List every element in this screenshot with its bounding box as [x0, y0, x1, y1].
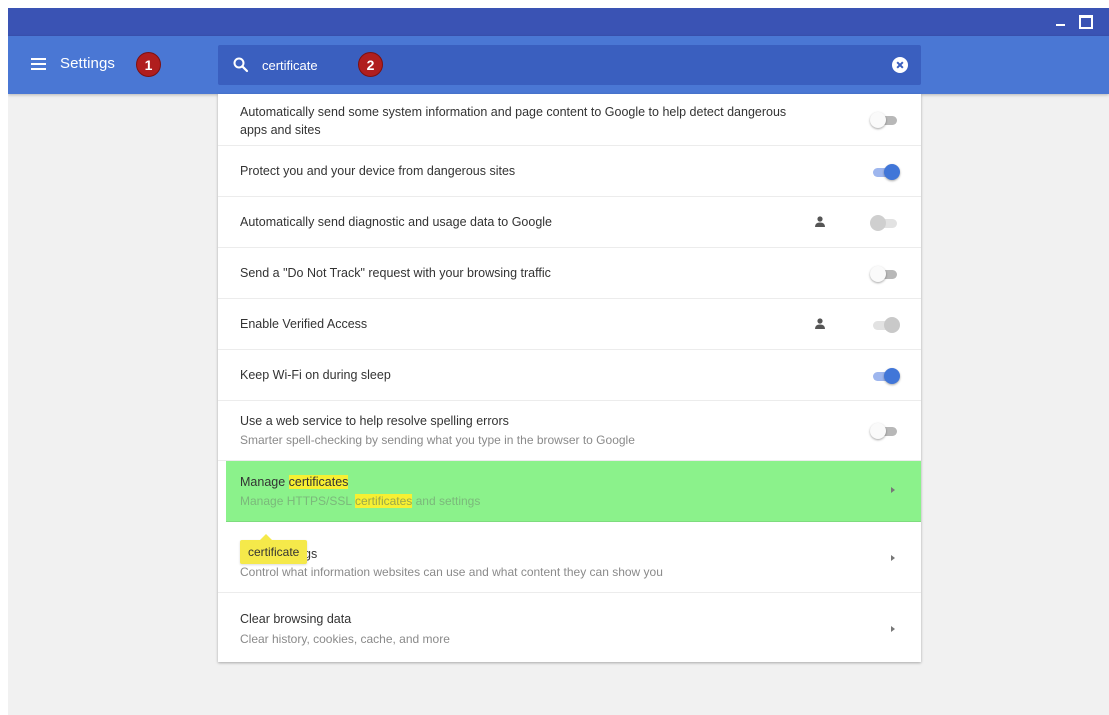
- toggle-switch[interactable]: [870, 317, 900, 333]
- setting-label: Keep Wi-Fi on during sleep: [240, 368, 391, 382]
- settings-card: Automatically send some system informati…: [218, 94, 921, 662]
- search-input[interactable]: [262, 55, 782, 75]
- setting-row-wifi-sleep: Keep Wi-Fi on during sleep: [218, 350, 921, 401]
- setting-sublabel: Manage HTTPS/SSL certificates and settin…: [240, 493, 480, 509]
- sublabel-suffix: and settings: [412, 494, 481, 508]
- setting-row-diagnostic-data: Automatically send diagnostic and usage …: [218, 197, 921, 248]
- minimize-icon[interactable]: [1051, 8, 1071, 36]
- settings-toolbar: Settings 1 2: [8, 36, 1109, 94]
- step-badge-2: 2: [358, 52, 383, 77]
- clear-search-icon[interactable]: [892, 57, 908, 73]
- setting-sublabel: Control what information websites can us…: [240, 565, 663, 579]
- page-title: Settings: [60, 55, 115, 72]
- search-bar[interactable]: [218, 45, 921, 85]
- toggle-switch[interactable]: [870, 266, 900, 282]
- setting-label: Automatically send diagnostic and usage …: [240, 215, 553, 229]
- toggle-switch[interactable]: [870, 368, 900, 384]
- setting-row-manage-certificates[interactable]: Manage certificates Manage HTTPS/SSL cer…: [226, 461, 921, 522]
- search-match-tooltip: certificate: [240, 534, 308, 564]
- setting-row-verified-access: Enable Verified Access: [218, 299, 921, 350]
- setting-row-clear-browsing-data[interactable]: Clear browsing data Clear history, cooki…: [218, 593, 921, 662]
- chevron-right-icon[interactable]: [890, 554, 896, 562]
- search-match-highlight: certificates: [354, 494, 413, 508]
- chevron-right-icon[interactable]: [890, 625, 896, 633]
- step-badge-1: 1: [136, 52, 161, 77]
- setting-row-safe-browsing-extended: Automatically send some system informati…: [218, 94, 921, 146]
- toggle-switch[interactable]: [870, 112, 900, 128]
- setting-label: Use a web service to help resolve spelli…: [240, 414, 509, 428]
- sublabel-prefix: Manage HTTPS/SSL: [240, 494, 355, 508]
- settings-window: Settings 1 2 Automatically send some sys…: [8, 8, 1109, 715]
- setting-sublabel: Smarter spell-checking by sending what y…: [240, 433, 635, 447]
- toggle-switch[interactable]: [870, 164, 900, 180]
- setting-label-line2: apps and sites: [240, 123, 321, 137]
- toggle-switch[interactable]: [870, 215, 900, 231]
- setting-label: Send a "Do Not Track" request with your …: [240, 266, 551, 280]
- person-policy-icon: [815, 216, 825, 227]
- setting-label: Enable Verified Access: [240, 317, 368, 331]
- setting-sublabel: Clear history, cookies, cache, and more: [240, 632, 450, 646]
- hamburger-menu-icon[interactable]: [30, 54, 48, 72]
- setting-label: Protect you and your device from dangero…: [240, 164, 516, 178]
- setting-row-protect-device: Protect you and your device from dangero…: [218, 146, 921, 197]
- chevron-right-icon[interactable]: [890, 486, 896, 494]
- label-prefix: Manage: [240, 475, 289, 489]
- toggle-switch[interactable]: [870, 423, 900, 439]
- search-icon: [233, 57, 249, 73]
- window-titlebar: [8, 8, 1109, 36]
- setting-label: Automatically send some system informati…: [240, 105, 787, 119]
- setting-label: Clear browsing data: [240, 612, 352, 626]
- maximize-icon[interactable]: [1075, 8, 1095, 36]
- setting-row-do-not-track: Send a "Do Not Track" request with your …: [218, 248, 921, 299]
- setting-row-content-settings[interactable]: Control what information websites can us…: [218, 522, 921, 593]
- setting-row-spelling-service: Use a web service to help resolve spelli…: [218, 401, 921, 461]
- setting-label: Manage certificates: [240, 474, 349, 491]
- person-policy-icon: [815, 318, 825, 329]
- search-match-highlight: certificates: [288, 475, 349, 489]
